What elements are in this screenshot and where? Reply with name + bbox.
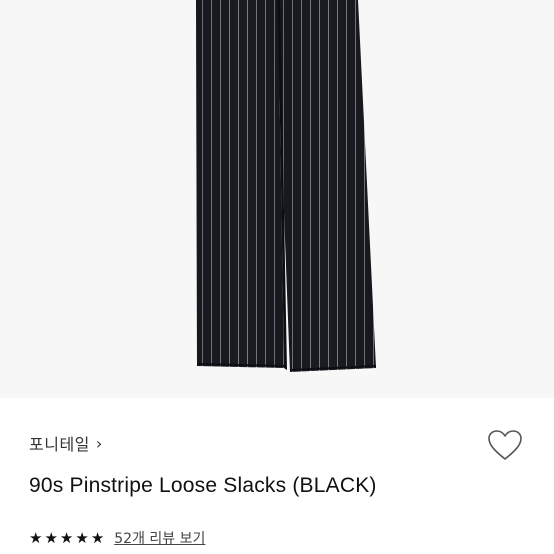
slacks-illustration [196,0,377,372]
star-icon: ★ [75,528,89,547]
rating-row: ★ ★ ★ ★ ★ 52개 리뷰 보기 [29,527,205,549]
product-title: 90s Pinstripe Loose Slacks (BLACK) [29,474,377,497]
product-image[interactable] [0,0,554,398]
chevron-right-icon: › [95,433,103,453]
review-link[interactable]: 52개 리뷰 보기 [114,528,205,548]
brand-link[interactable]: 포니테일 › [29,431,103,455]
wishlist-button[interactable] [486,427,524,463]
star-icon: ★ [59,528,74,547]
heart-outline-icon [488,430,522,460]
star-icon: ★ [29,528,43,547]
star-icon: ★ [44,528,58,547]
rating-stars: ★ ★ ★ ★ ★ [29,528,105,547]
star-icon: ★ [90,528,105,547]
brand-name[interactable]: 포니테일 [29,431,90,455]
